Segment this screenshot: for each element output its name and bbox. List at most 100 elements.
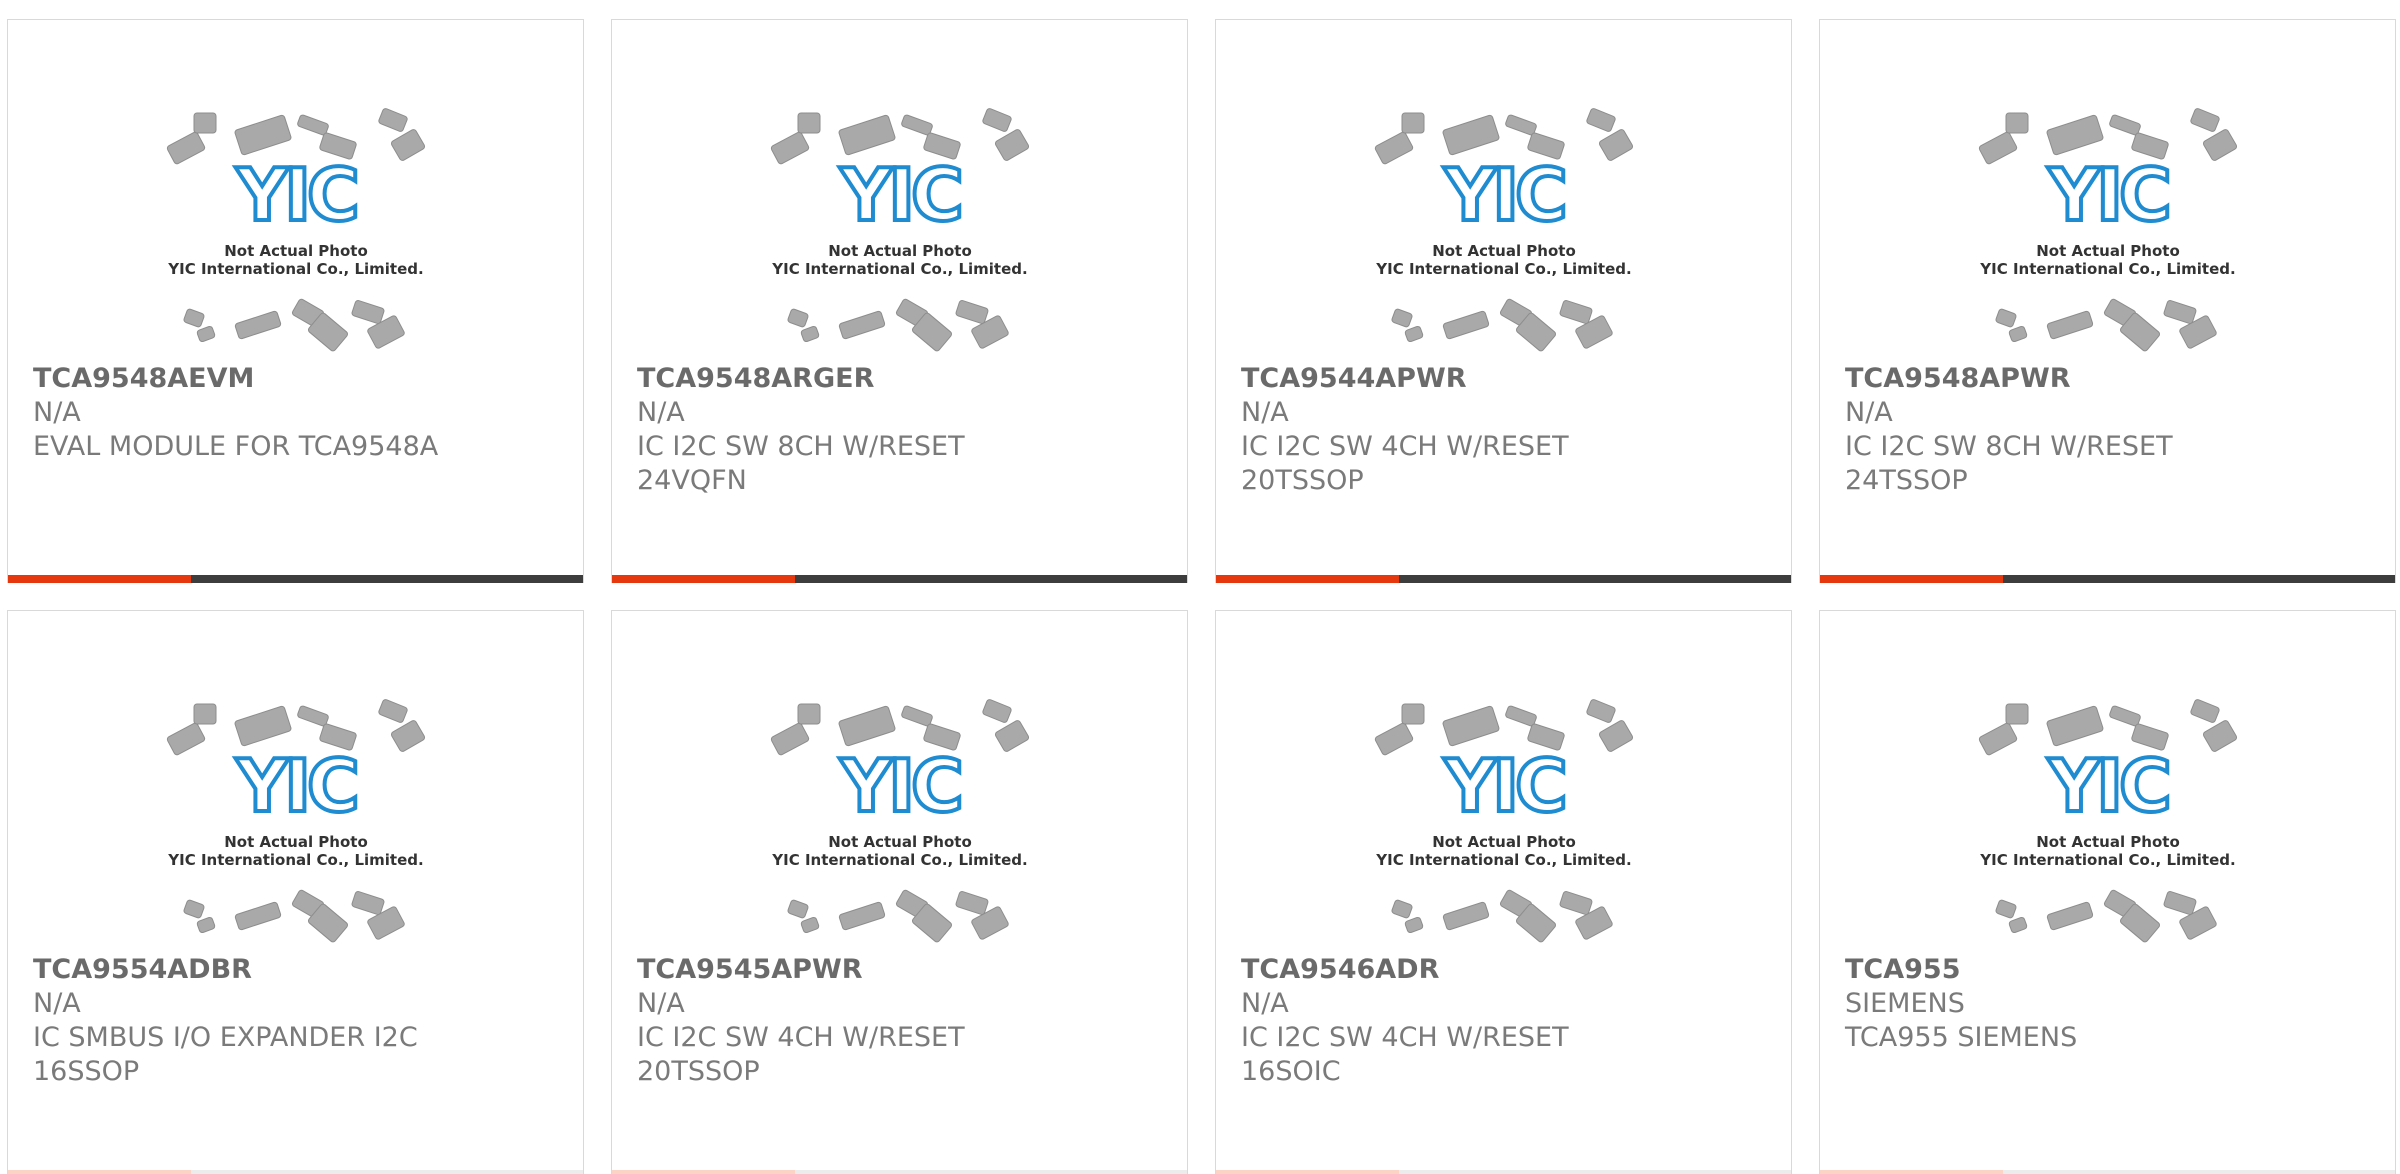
chip-collage-image: YIC Not Actual PhotoYIC International Co.… [770, 699, 1030, 943]
manufacturer: N/A [1241, 397, 1289, 428]
chip-package-shape [1505, 705, 1537, 727]
chip-collage-image: YIC Not Actual PhotoYIC International Co.… [166, 108, 426, 352]
chip-package-shape [1401, 703, 1425, 725]
product-card[interactable]: YIC Not Actual Photo YIC International Co.… [611, 19, 1188, 583]
product-photo-placeholder: YIC Not Actual Photo YIC International Co.… [8, 611, 583, 961]
chip-package-shape [234, 901, 282, 931]
product-info: TCA955 SIEMENS TCA955 SIEMENS [1845, 953, 2375, 1055]
chip-package-shape [1598, 129, 1634, 161]
chip-package-shape [351, 300, 385, 324]
chip-collage-image: YIC Not Actual PhotoYIC International Co.… [166, 699, 426, 943]
chip-package-shape [1442, 705, 1500, 747]
chip-package-shape [1374, 722, 1414, 756]
part-number-link[interactable]: TCA955 [1845, 953, 2375, 987]
product-photo-placeholder: YIC Not Actual Photo YIC International Co.… [612, 20, 1187, 370]
chip-package-shape [2190, 699, 2220, 723]
product-card[interactable]: YIC Not Actual Photo YIC International Co.… [7, 19, 584, 583]
card-bottom-bar [1820, 575, 2395, 583]
company-caption: YIC International Co., Limited. [1375, 260, 1631, 278]
chip-package-shape [2046, 901, 2094, 931]
manufacturer: N/A [33, 397, 81, 428]
chip-collage-image: YIC Not Actual PhotoYIC International Co.… [1374, 699, 1634, 943]
chip-package-shape [787, 308, 809, 328]
chip-package-shape [770, 722, 810, 756]
chip-package-shape [2109, 114, 2141, 136]
not-actual-photo-caption: Not Actual Photo [224, 242, 368, 260]
card-bottom-bar [612, 1170, 1187, 1174]
product-info: TCA9546ADR N/A IC I2C SW 4CH W/RESET 16S… [1241, 953, 1771, 1089]
chip-package-shape [1442, 310, 1490, 340]
chip-collage-image: YIC Not Actual PhotoYIC International Co.… [770, 108, 1030, 352]
chip-package-shape [234, 310, 282, 340]
card-bottom-bar [1820, 1170, 2395, 1174]
yic-logo: YIC [1443, 153, 1564, 237]
manufacturer: N/A [1845, 397, 1893, 428]
chip-package-shape [390, 129, 426, 161]
company-caption: YIC International Co., Limited. [771, 851, 1027, 869]
product-card[interactable]: YIC Not Actual Photo YIC International Co.… [1215, 610, 1792, 1174]
chip-package-shape [183, 308, 205, 328]
chip-collage-image: YIC Not Actual PhotoYIC International Co.… [1374, 108, 1634, 352]
chip-package-shape [901, 705, 933, 727]
yic-logo: YIC [235, 744, 356, 828]
product-card[interactable]: YIC Not Actual Photo YIC International Co.… [1819, 610, 2396, 1174]
product-card[interactable]: YIC Not Actual Photo YIC International Co.… [1215, 19, 1792, 583]
product-info: TCA9548AEVM N/A EVAL MODULE FOR TCA9548A [33, 362, 563, 464]
description: IC I2C SW 4CH W/RESET 16SOIC [1241, 1022, 1569, 1087]
description: IC I2C SW 8CH W/RESET 24VQFN [637, 431, 965, 496]
chip-package-shape [2202, 129, 2238, 161]
card-accent [8, 575, 191, 583]
chip-package-shape [2202, 720, 2238, 752]
description: IC I2C SW 4CH W/RESET 20TSSOP [1241, 431, 1569, 496]
part-number-link[interactable]: TCA9548ARGER [637, 362, 1167, 396]
product-grid: YIC Not Actual Photo YIC International Co.… [0, 0, 2400, 1174]
card-accent [612, 575, 795, 583]
chip-package-shape [1442, 901, 1490, 931]
not-actual-photo-caption: Not Actual Photo [1432, 242, 1576, 260]
product-card[interactable]: YIC Not Actual Photo YIC International Co.… [7, 610, 584, 1174]
chip-package-shape [193, 703, 217, 725]
part-number-link[interactable]: TCA9544APWR [1241, 362, 1771, 396]
part-number-link[interactable]: TCA9545APWR [637, 953, 1167, 987]
chip-package-shape [196, 325, 216, 343]
chip-package-shape [193, 112, 217, 134]
product-photo-placeholder: YIC Not Actual Photo YIC International Co.… [1820, 611, 2395, 961]
chip-package-shape [2163, 891, 2197, 915]
card-accent [8, 1170, 191, 1174]
company-caption: YIC International Co., Limited. [1375, 851, 1631, 869]
chip-package-shape [1391, 899, 1413, 919]
description: TCA955 SIEMENS [1845, 1022, 2078, 1053]
manufacturer: SIEMENS [1845, 988, 1965, 1019]
chip-package-shape [982, 699, 1012, 723]
not-actual-photo-caption: Not Actual Photo [224, 833, 368, 851]
chip-package-shape [234, 114, 292, 156]
product-photo-placeholder: YIC Not Actual Photo YIC International Co.… [8, 20, 583, 370]
part-number-link[interactable]: TCA9546ADR [1241, 953, 1771, 987]
product-card[interactable]: YIC Not Actual Photo YIC International Co.… [611, 610, 1188, 1174]
chip-package-shape [1995, 899, 2017, 919]
part-number-link[interactable]: TCA9548APWR [1845, 362, 2375, 396]
part-number-link[interactable]: TCA9548AEVM [33, 362, 563, 396]
product-card[interactable]: YIC Not Actual Photo YIC International Co.… [1819, 19, 2396, 583]
chip-package-shape [901, 114, 933, 136]
chip-package-shape [2163, 300, 2197, 324]
chip-package-shape [1559, 891, 1593, 915]
chip-package-shape [1598, 720, 1634, 752]
chip-package-shape [183, 899, 205, 919]
chip-package-shape [2109, 705, 2141, 727]
product-photo-placeholder: YIC Not Actual Photo YIC International Co.… [612, 611, 1187, 961]
part-number-link[interactable]: TCA9554ADBR [33, 953, 563, 987]
card-bottom-bar [8, 1170, 583, 1174]
yic-logo: YIC [1443, 744, 1564, 828]
company-caption: YIC International Co., Limited. [167, 260, 423, 278]
chip-package-shape [1391, 308, 1413, 328]
not-actual-photo-caption: Not Actual Photo [828, 242, 972, 260]
chip-package-shape [994, 129, 1030, 161]
manufacturer: N/A [637, 988, 685, 1019]
chip-package-shape [2008, 916, 2028, 934]
chip-package-shape [955, 300, 989, 324]
chip-package-shape [838, 310, 886, 340]
chip-package-shape [2005, 703, 2029, 725]
chip-package-shape [1401, 112, 1425, 134]
chip-package-shape [797, 112, 821, 134]
